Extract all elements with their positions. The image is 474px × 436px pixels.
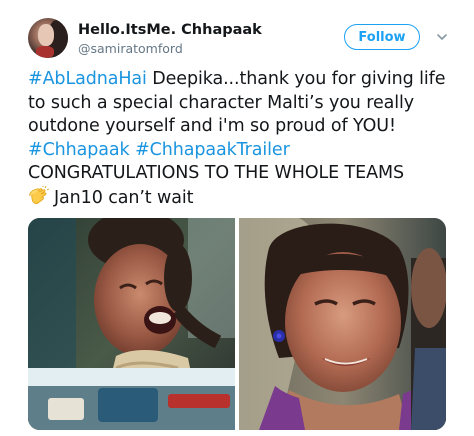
tweet-photo-2[interactable] [239,218,446,430]
display-name[interactable]: Hello.ItsMe. Chhapaak [78,22,262,38]
photo-1-image [28,218,235,430]
tweet-text-segment: Jan10 can’t wait [54,187,194,208]
hashtag-link[interactable]: #ChhapaakTrailer [135,140,290,160]
photo-2-image [239,218,446,430]
tweet-text: #AbLadnaHai Deepika...thank you for givi… [28,68,464,210]
clapping-hands-icon [29,185,50,204]
user-handle[interactable]: @samiratomford [78,41,183,56]
follow-button[interactable]: Follow [344,24,420,50]
media-grid [28,218,446,430]
avatar[interactable] [28,18,68,58]
chevron-down-icon[interactable] [436,31,448,43]
tweet-text-segment: CONGRATULATIONS TO THE WHOLE TEAMS [28,163,404,183]
hashtag-link[interactable]: #AbLadnaHai [28,69,147,89]
hashtag-link[interactable]: #Chhapaak [28,140,130,160]
tweet-photo-1[interactable] [28,218,235,430]
